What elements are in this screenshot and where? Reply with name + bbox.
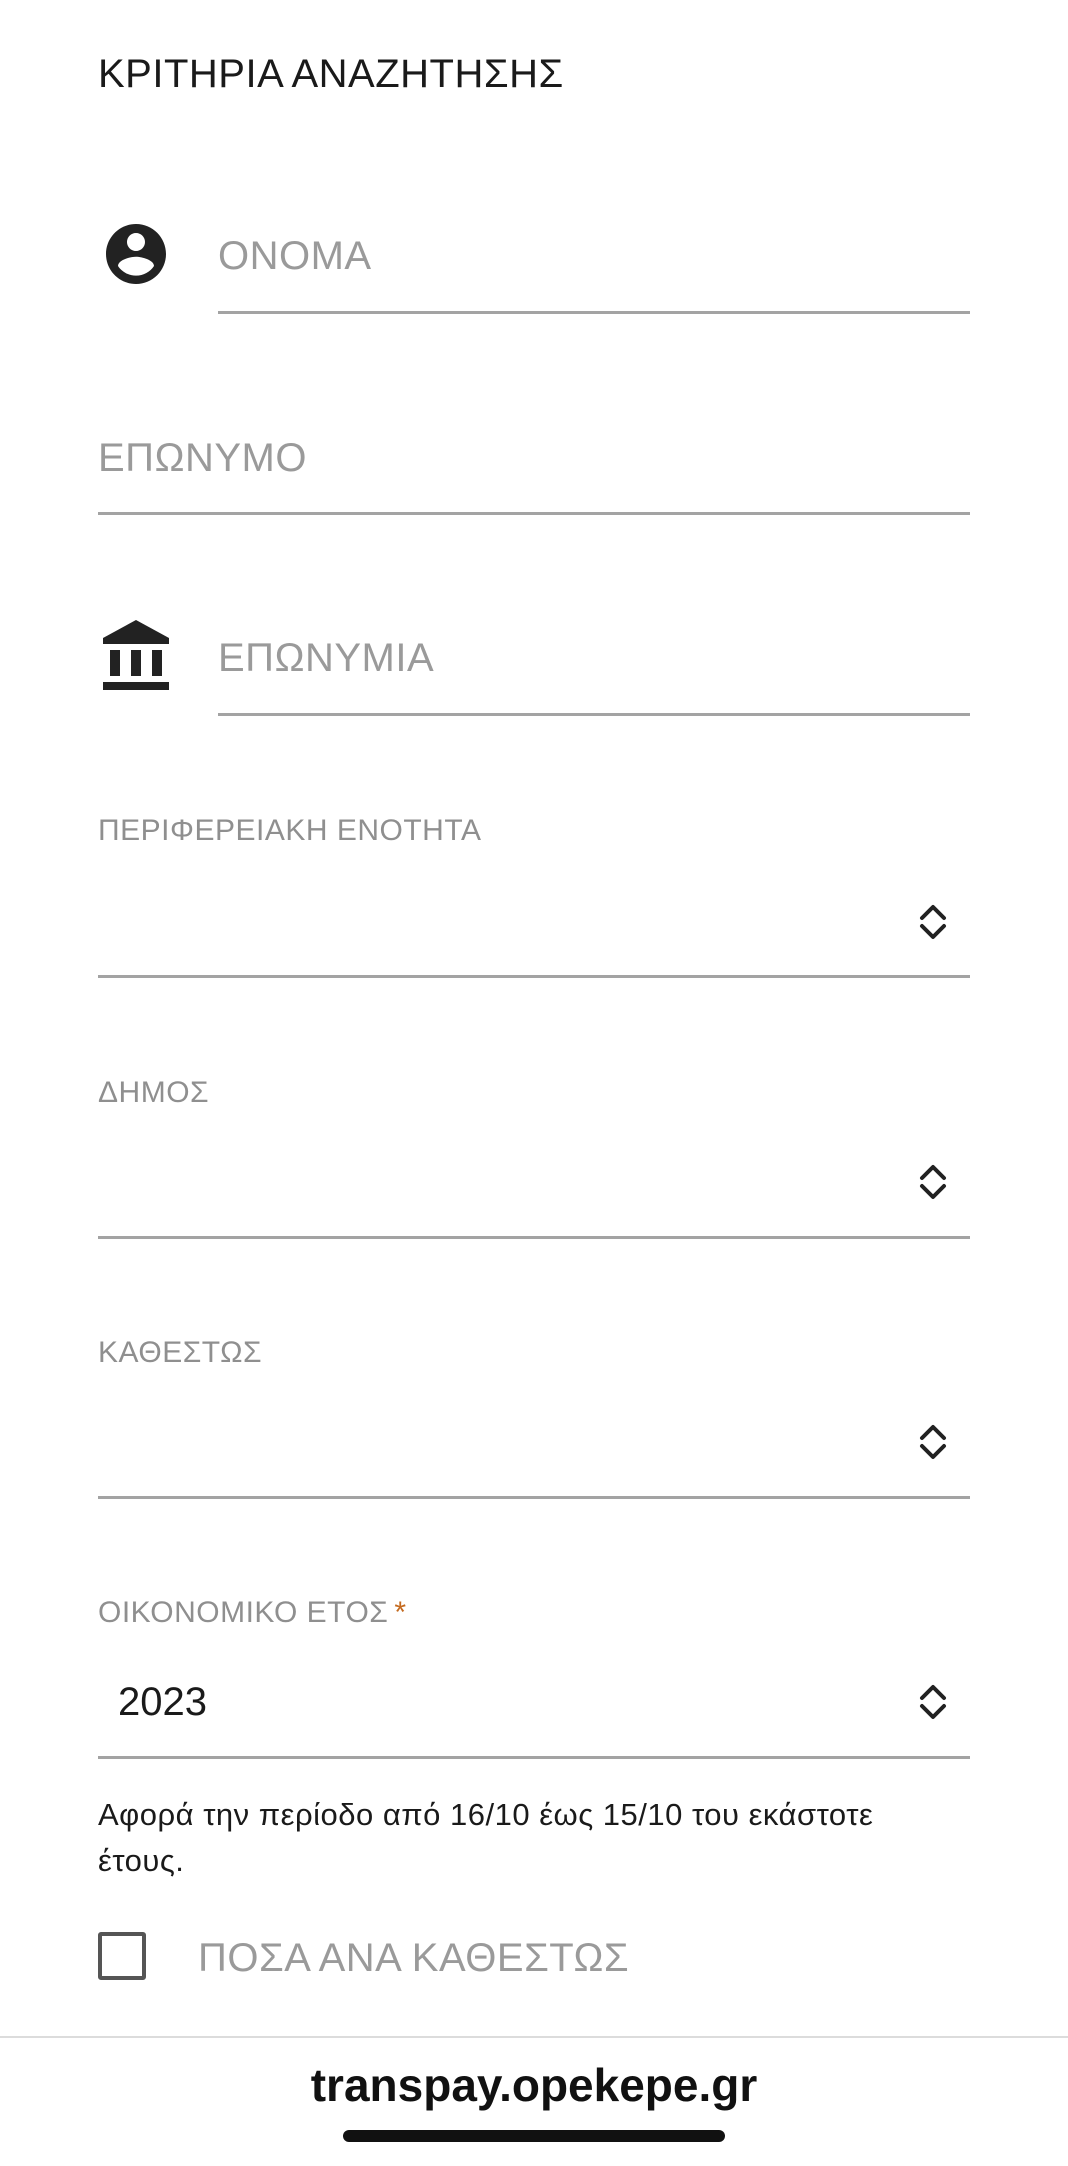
- first-name-underline: [218, 311, 970, 314]
- fiscal-year-label-text: ΟΙΚΟΝΟΜΙΚΟ ΕΤΟΣ: [98, 1596, 389, 1629]
- fiscal-year-value: 2023: [118, 1680, 207, 1724]
- required-mark: *: [394, 1596, 407, 1629]
- chevron-up-down-icon: [916, 902, 950, 942]
- account-circle-icon: [100, 218, 172, 290]
- status-underline: [98, 1496, 970, 1499]
- municipality-underline: [98, 1236, 970, 1239]
- status-label: ΚΑΘΕΣΤΩΣ: [98, 1336, 263, 1369]
- amounts-by-status-checkbox[interactable]: [98, 1932, 146, 1980]
- last-name-field[interactable]: ΕΠΩΝΥΜΟ: [98, 436, 307, 481]
- last-name-underline: [98, 512, 970, 515]
- chevron-up-down-icon: [916, 1422, 950, 1462]
- url-text[interactable]: transpay.opekepe.gr: [0, 2058, 1068, 2112]
- first-name-field[interactable]: ΟΝΟΜΑ: [218, 234, 372, 279]
- fiscal-year-underline: [98, 1756, 970, 1759]
- municipality-select[interactable]: [98, 1140, 970, 1236]
- page-title: ΚΡΙΤΗΡΙΑ ΑΝΑΖΗΤΗΣΗΣ: [98, 52, 564, 96]
- chevron-up-down-icon: [916, 1162, 950, 1202]
- bank-building-icon: [100, 618, 172, 692]
- status-select[interactable]: [98, 1400, 970, 1496]
- regional-unit-underline: [98, 975, 970, 978]
- fiscal-year-label: ΟΙΚΟΝΟΜΙΚΟ ΕΤΟΣ *: [98, 1596, 407, 1630]
- amounts-by-status-label[interactable]: ΠΟΣΑ ΑΝΑ ΚΑΘΕΣΤΩΣ: [198, 1936, 629, 1981]
- fiscal-year-helper-text: Αφορά την περίοδο από 16/10 έως 15/10 το…: [98, 1797, 874, 1878]
- fiscal-year-select[interactable]: 2023: [98, 1660, 970, 1756]
- municipality-label: ΔΗΜΟΣ: [98, 1076, 210, 1109]
- chevron-up-down-icon: [916, 1682, 950, 1722]
- company-name-underline: [218, 713, 970, 716]
- company-name-field[interactable]: ΕΠΩΝΥΜΙΑ: [218, 636, 434, 681]
- home-indicator[interactable]: [343, 2130, 725, 2142]
- regional-unit-label: ΠΕΡΙΦΕΡΕΙΑΚΗ ΕΝΟΤΗΤΑ: [98, 814, 482, 847]
- regional-unit-select[interactable]: [98, 880, 970, 976]
